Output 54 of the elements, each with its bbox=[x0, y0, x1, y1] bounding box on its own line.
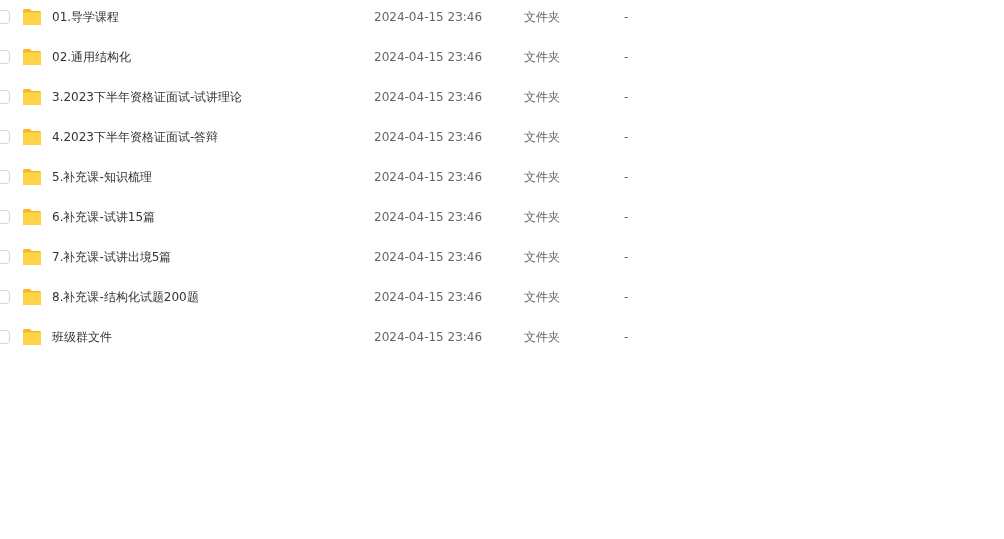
row-checkbox[interactable] bbox=[0, 250, 10, 264]
file-size: - bbox=[624, 10, 629, 24]
row-checkbox[interactable] bbox=[0, 10, 10, 24]
folder-icon bbox=[22, 208, 42, 226]
modified-date: 2024-04-15 23:46 bbox=[374, 170, 484, 184]
folder-name[interactable]: 5.补充课-知识梳理 bbox=[52, 168, 374, 186]
modified-date: 2024-04-15 23:46 bbox=[374, 250, 484, 264]
folder-icon bbox=[22, 168, 42, 186]
modified-date: 2024-04-15 23:46 bbox=[374, 210, 484, 224]
file-size: - bbox=[624, 170, 629, 184]
folder-icon bbox=[22, 328, 42, 346]
folder-icon bbox=[22, 88, 42, 106]
file-type: 文件夹 bbox=[524, 328, 561, 346]
file-size: - bbox=[624, 210, 629, 224]
folder-icon bbox=[22, 48, 42, 66]
file-size: - bbox=[624, 250, 629, 264]
modified-date: 2024-04-15 23:46 bbox=[374, 330, 484, 344]
row-checkbox[interactable] bbox=[0, 330, 10, 344]
row-checkbox[interactable] bbox=[0, 210, 10, 224]
folder-icon bbox=[22, 128, 42, 146]
file-type: 文件夹 bbox=[524, 168, 561, 186]
modified-date: 2024-04-15 23:46 bbox=[374, 50, 484, 64]
row-checkbox[interactable] bbox=[0, 170, 10, 184]
row-checkbox[interactable] bbox=[0, 290, 10, 304]
modified-date: 2024-04-15 23:46 bbox=[374, 10, 484, 24]
file-type: 文件夹 bbox=[524, 288, 561, 306]
folder-name[interactable]: 02.通用结构化 bbox=[52, 48, 374, 66]
row-checkbox[interactable] bbox=[0, 90, 10, 104]
modified-date: 2024-04-15 23:46 bbox=[374, 290, 484, 304]
folder-icon bbox=[22, 8, 42, 26]
folder-name[interactable]: 6.补充课-试讲15篇 bbox=[52, 208, 374, 226]
file-type: 文件夹 bbox=[524, 128, 561, 146]
folder-name[interactable]: 4.2023下半年资格证面试-答辩 bbox=[52, 128, 374, 146]
modified-date: 2024-04-15 23:46 bbox=[374, 130, 484, 144]
file-size: - bbox=[624, 90, 629, 104]
file-size: - bbox=[624, 50, 629, 64]
file-size: - bbox=[624, 130, 629, 144]
folder-name[interactable]: 班级群文件 bbox=[52, 328, 374, 346]
row-checkbox[interactable] bbox=[0, 50, 10, 64]
row-checkbox[interactable] bbox=[0, 130, 10, 144]
modified-date: 2024-04-15 23:46 bbox=[374, 90, 484, 104]
file-type: 文件夹 bbox=[524, 8, 561, 26]
file-size: - bbox=[624, 290, 629, 304]
file-type: 文件夹 bbox=[524, 248, 561, 266]
file-size: - bbox=[624, 330, 629, 344]
folder-name[interactable]: 7.补充课-试讲出境5篇 bbox=[52, 248, 374, 266]
folder-name[interactable]: 3.2023下半年资格证面试-试讲理论 bbox=[52, 88, 374, 106]
file-type: 文件夹 bbox=[524, 48, 561, 66]
folder-icon bbox=[22, 248, 42, 266]
file-type: 文件夹 bbox=[524, 88, 561, 106]
folder-name[interactable]: 01.导学课程 bbox=[52, 8, 374, 26]
file-type: 文件夹 bbox=[524, 208, 561, 226]
folder-name[interactable]: 8.补充课-结构化试题200题 bbox=[52, 288, 374, 306]
folder-icon bbox=[22, 288, 42, 306]
